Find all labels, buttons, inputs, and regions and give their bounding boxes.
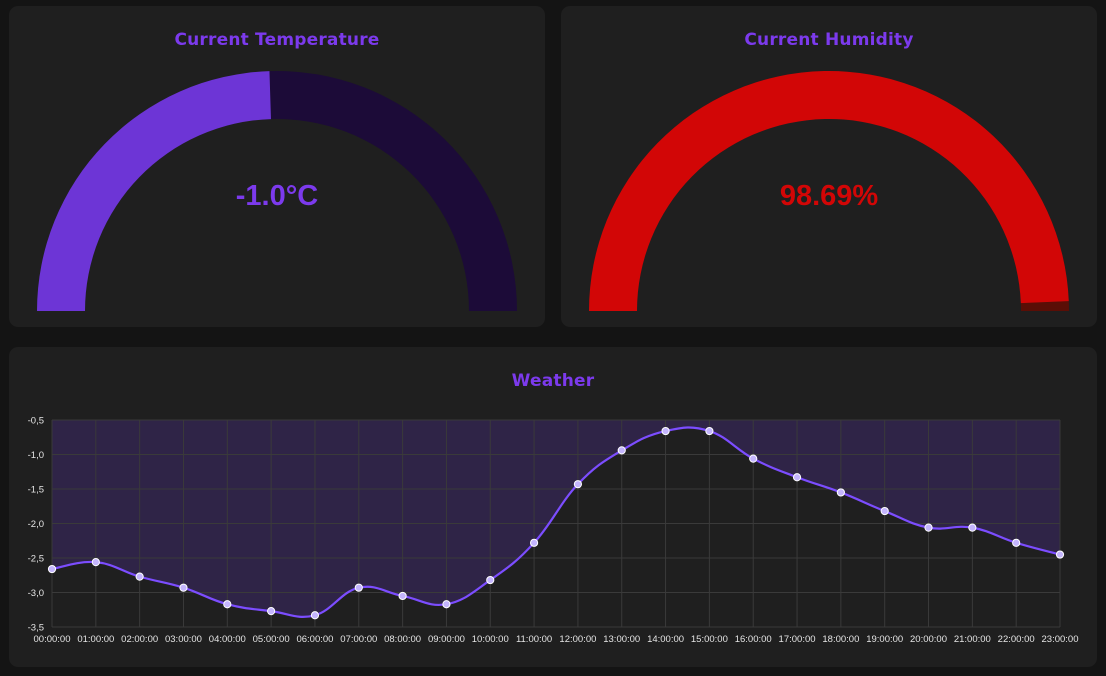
data-point[interactable]	[880, 506, 889, 516]
data-point[interactable]	[573, 480, 583, 489]
y-tick-label: -3,0	[28, 588, 44, 599]
data-point[interactable]	[792, 473, 802, 482]
data-point[interactable]	[836, 488, 845, 497]
y-tick-label: -3,5	[28, 623, 44, 634]
x-tick-label: 12:00:00	[559, 634, 596, 645]
x-tick-label: 03:00:00	[165, 634, 202, 645]
data-point[interactable]	[179, 583, 188, 592]
y-tick-label: -1,0	[28, 450, 44, 461]
x-tick-label: 08:00:00	[384, 634, 421, 645]
x-tick-label: 16:00:00	[735, 634, 772, 645]
data-point[interactable]	[91, 558, 100, 567]
x-tick-label: 13:00:00	[603, 634, 640, 645]
weather-card: Weather -0,5 -1,0 -1,5 -2,0 -2,5 -3,0 -3,5 00:0…	[9, 347, 1097, 667]
x-tick-label: 15:00:00	[691, 634, 728, 645]
data-point[interactable]	[486, 575, 495, 585]
data-point[interactable]	[47, 564, 57, 574]
x-tick-label: 14:00:00	[647, 634, 684, 645]
x-tick-label: 01:00:00	[77, 634, 114, 645]
y-tick-label: -2,5	[28, 554, 44, 565]
x-tick-label: 22:00:00	[998, 634, 1035, 645]
data-point[interactable]	[1055, 550, 1065, 559]
humidity-gauge	[589, 71, 1069, 312]
x-tick-label: 06:00:00	[296, 634, 333, 645]
x-tick-label: 23:00:00	[1042, 634, 1079, 645]
x-tick-label: 17:00:00	[779, 634, 816, 645]
data-point[interactable]	[617, 446, 626, 455]
data-point[interactable]	[267, 607, 276, 616]
series-area-fill	[52, 420, 1060, 617]
y-tick-label: -0,5	[28, 416, 44, 427]
y-tick-label: -2,0	[28, 519, 44, 530]
humidity-card: Current Humidity 98.69%	[561, 6, 1097, 327]
data-point[interactable]	[135, 572, 144, 581]
x-tick-label: 02:00:00	[121, 634, 158, 645]
data-point[interactable]	[661, 426, 670, 436]
x-tick-label: 20:00:00	[910, 634, 947, 645]
data-point[interactable]	[1012, 538, 1021, 547]
x-tick-label: 10:00:00	[472, 634, 509, 645]
data-point[interactable]	[398, 591, 407, 601]
x-tick-label: 21:00:00	[954, 634, 991, 645]
data-point[interactable]	[968, 523, 977, 532]
x-tick-label: 09:00:00	[428, 634, 465, 645]
weather-chart: -0,5 -1,0 -1,5 -2,0 -2,5 -3,0 -3,500:00:00 01:0…	[28, 416, 1079, 646]
data-point[interactable]	[924, 523, 933, 532]
data-point[interactable]	[529, 538, 539, 547]
temperature-value: -1.0°C	[235, 180, 319, 212]
data-point[interactable]	[749, 454, 758, 463]
y-tick-label: -1,5	[28, 485, 44, 496]
x-tick-label: 04:00:00	[209, 634, 246, 645]
x-tick-label: 05:00:00	[253, 634, 290, 645]
data-point[interactable]	[354, 583, 363, 592]
humidity-value: 98.69%	[779, 180, 879, 212]
temperature-card: Current Temperature -1.0°C	[9, 6, 545, 327]
x-tick-label: 11:00:00	[516, 634, 552, 645]
data-point[interactable]	[705, 426, 714, 436]
x-tick-label: 00:00:00	[34, 634, 71, 645]
data-point[interactable]	[310, 611, 320, 620]
temperature-gauge	[37, 70, 517, 311]
x-tick-label: 19:00:00	[866, 634, 903, 645]
data-point[interactable]	[223, 600, 232, 609]
data-point[interactable]	[442, 600, 451, 609]
x-tick-label: 18:00:00	[822, 634, 859, 645]
x-tick-label: 07:00:00	[340, 634, 377, 645]
